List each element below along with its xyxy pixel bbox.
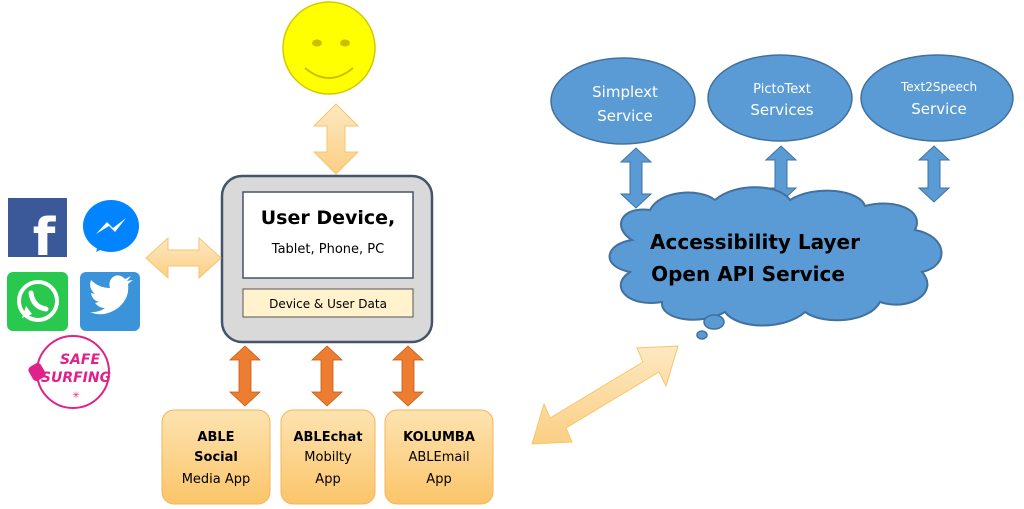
svg-text:App: App [315, 472, 340, 487]
safe-surfing-logo: SAFE SURFING ✳ [28, 335, 111, 409]
messenger-icon [83, 200, 139, 252]
svg-text:ABLEchat: ABLEchat [293, 430, 362, 445]
svg-text:App: App [426, 472, 451, 487]
svg-text:Media App: Media App [182, 472, 251, 487]
user-smiley-icon [282, 1, 376, 95]
svg-text:ABLEmail: ABLEmail [408, 450, 469, 465]
cloud-title-line2: Open API Service [651, 262, 845, 286]
cloud-title-line1: Accessibility Layer [650, 230, 860, 254]
svg-text:Simplext: Simplext [592, 83, 658, 101]
diagram-canvas: User Device, Tablet, Phone, PC Device & … [7, 1, 1014, 505]
device-title: User Device, [261, 207, 396, 229]
app-box-able-social: ABLE Social Media App [161, 409, 271, 505]
whatsapp-icon [7, 272, 68, 331]
service-pictotext: PictoText Services [707, 54, 853, 142]
svg-text:Services: Services [750, 101, 813, 119]
social-device-arrow [145, 236, 222, 280]
twitter-icon [80, 272, 140, 331]
svg-text:Service: Service [911, 100, 966, 118]
apps-cloud-arrow [531, 345, 679, 445]
svg-text:Text2Speech: Text2Speech [900, 80, 977, 94]
facebook-icon: f [8, 198, 67, 268]
svg-text:Service: Service [597, 107, 652, 125]
svg-text:f: f [33, 208, 57, 268]
device-data-label: Device & User Data [269, 297, 387, 311]
svg-text:KOLUMBA: KOLUMBA [403, 430, 475, 445]
svg-text:Mobilty: Mobilty [304, 450, 352, 465]
service-simplext: Simplext Service [550, 57, 696, 145]
user-device-arrow [312, 103, 360, 175]
svg-text:SAFE: SAFE [60, 352, 100, 368]
svg-text:Social: Social [194, 450, 238, 465]
app-box-ablechat: ABLEchat Mobilty App [280, 409, 376, 505]
accessibility-layer-cloud: Accessibility Layer Open API Service [608, 186, 943, 340]
device-subtitle: Tablet, Phone, PC [271, 242, 384, 257]
service-text2speech: Text2Speech Service [860, 54, 1014, 142]
app-box-kolumba: KOLUMBA ABLEmail App [384, 409, 494, 505]
device-app-arrows [228, 345, 425, 407]
svg-text:SURFING: SURFING [41, 370, 111, 386]
device-screen [242, 191, 414, 279]
svg-text:PictoText: PictoText [753, 82, 811, 97]
svg-text:✳: ✳ [72, 391, 80, 401]
svg-text:ABLE: ABLE [197, 430, 234, 445]
